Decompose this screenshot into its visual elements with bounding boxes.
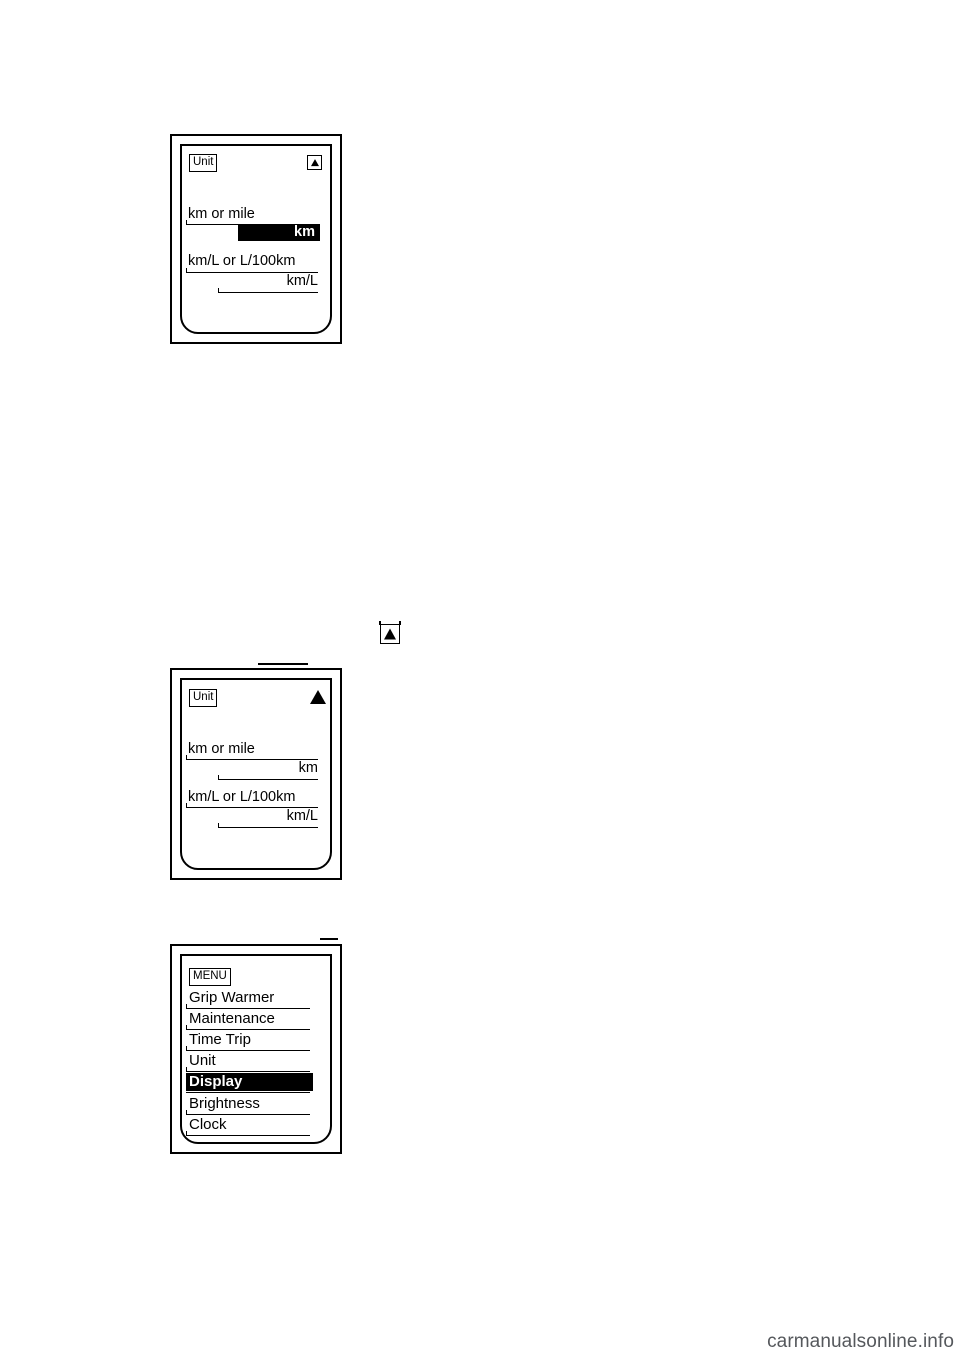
row-tick-5 xyxy=(218,775,219,780)
menu-rule-6 xyxy=(186,1114,310,1115)
menu-item-time-trip[interactable]: Time Trip xyxy=(186,1031,315,1049)
crop-mark-top-figure-2 xyxy=(258,663,308,665)
menu-tick-7 xyxy=(186,1131,187,1136)
menu-label-chip: MENU xyxy=(189,968,231,986)
menu-tick-2 xyxy=(186,1025,187,1030)
row-value-km: km xyxy=(238,224,320,241)
triangle-up-symbol-icon xyxy=(380,624,400,644)
row-tick-3 xyxy=(218,288,219,293)
menu-item-unit[interactable]: Unit xyxy=(186,1052,315,1070)
row-label-kml-or-l100km-2: km/L or L/100km xyxy=(188,789,296,805)
menu-item-grip-warmer[interactable]: Grip Warmer xyxy=(186,989,315,1007)
figure-unit-screen-km-confirmed: Unit km or mile km km/L or L/100km km/L xyxy=(170,668,342,880)
unit-label-chip: Unit xyxy=(189,154,218,172)
row-label-km-or-mile: km or mile xyxy=(188,206,255,222)
menu-rule-1 xyxy=(186,1008,310,1009)
figure-menu-screen-display-selected: MENU Grip Warmer Maintenance Time Trip U… xyxy=(170,944,342,1154)
menu-rule-2 xyxy=(186,1029,310,1030)
row-value-kml-2: km/L xyxy=(286,808,318,824)
menu-tick-3 xyxy=(186,1046,187,1051)
row-rule-5 xyxy=(218,779,318,780)
menu-rule-5 xyxy=(186,1092,310,1093)
triangle-up-solid-icon xyxy=(309,688,326,705)
row-tick-2 xyxy=(186,268,187,273)
row-value-kml: km/L xyxy=(286,273,318,289)
menu-tick-6 xyxy=(186,1110,187,1115)
row-tick-1 xyxy=(186,220,187,225)
symbol-tick-left xyxy=(379,621,381,625)
menu-tick-4 xyxy=(186,1067,187,1072)
row-label-km-or-mile-2: km or mile xyxy=(188,741,255,757)
menu-item-display[interactable]: Display xyxy=(186,1073,313,1091)
row-tick-4 xyxy=(186,755,187,760)
unit-label-chip-2: Unit xyxy=(189,689,218,707)
menu-rule-4 xyxy=(186,1071,310,1072)
row-label-kml-or-l100km: km/L or L/100km xyxy=(188,253,296,269)
menu-tick-1 xyxy=(186,1004,187,1009)
menu-item-maintenance[interactable]: Maintenance xyxy=(186,1010,315,1028)
menu-rule-7 xyxy=(186,1135,310,1136)
triangle-up-boxed-icon xyxy=(307,155,322,170)
site-watermark: carmanualsonline.info xyxy=(767,1331,954,1352)
row-rule-7 xyxy=(218,827,318,828)
row-tick-6 xyxy=(186,803,187,808)
crop-mark-top-figure-3 xyxy=(320,938,338,940)
figure-unit-screen-km-selected: Unit km or mile km km/L or L/100km km/L xyxy=(170,134,342,344)
menu-item-clock[interactable]: Clock xyxy=(186,1116,315,1134)
symbol-tick-right xyxy=(399,621,401,625)
menu-rule-3 xyxy=(186,1050,310,1051)
menu-item-brightness[interactable]: Brightness xyxy=(186,1095,315,1113)
row-value-km-2: km xyxy=(298,760,318,776)
row-rule-3 xyxy=(218,292,318,293)
row-tick-7 xyxy=(218,823,219,828)
